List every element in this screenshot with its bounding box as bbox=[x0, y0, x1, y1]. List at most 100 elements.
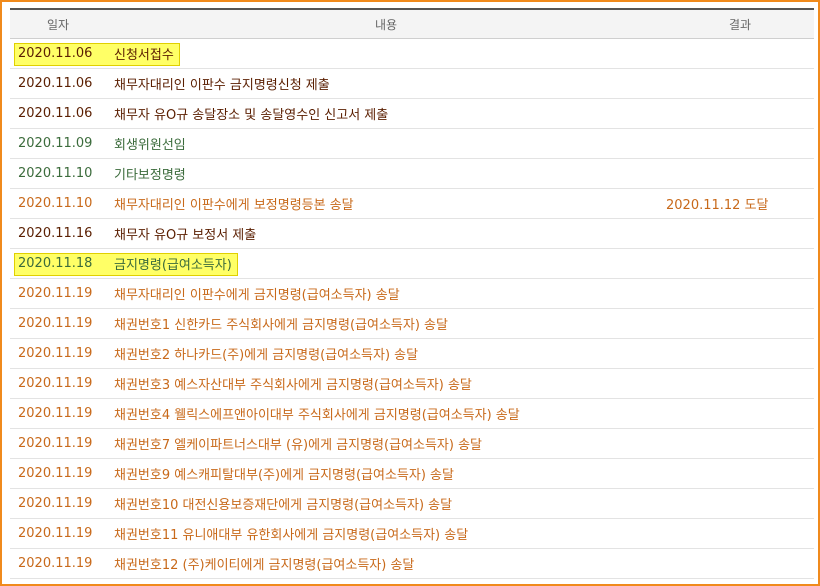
row-content: 금지명령(급여소득자) bbox=[114, 258, 232, 273]
row-content-cell: 채권번호4 웰릭스에프앤아이대부 주식회사에게 금지명령(급여소득자) 송달 bbox=[106, 398, 666, 429]
row-result-cell bbox=[666, 98, 814, 129]
row-content: 채권번호7 엘케이파트너스대부 (유)에게 금지명령(급여소득자) 송달 bbox=[114, 438, 483, 453]
row-date-cell: 2020.11.10 bbox=[10, 158, 106, 189]
row-result-cell bbox=[666, 428, 814, 459]
row-date: 2020.11.19 bbox=[18, 316, 93, 331]
row-content: 채권번호4 웰릭스에프앤아이대부 주식회사에게 금지명령(급여소득자) 송달 bbox=[114, 408, 520, 423]
row-content-cell: 채무자대리인 이판수에게 금지명령(급여소득자) 송달 bbox=[106, 278, 666, 309]
row-content: 회생위원선임 bbox=[114, 138, 186, 153]
row-date: 2020.11.19 bbox=[18, 406, 93, 421]
row-content: 채무자대리인 이판수 금지명령신청 제출 bbox=[114, 78, 330, 93]
row-date-cell: 2020.11.19 bbox=[10, 368, 106, 399]
row-date-cell: 2020.11.16 bbox=[10, 218, 106, 249]
row-content-cell: 채권번호2 하나카드(주)에게 금지명령(급여소득자) 송달 bbox=[106, 338, 666, 369]
row-content: 신청서접수 bbox=[114, 48, 174, 63]
row-content-cell: 채권번호10 대전신용보증재단에게 금지명령(급여소득자) 송달 bbox=[106, 488, 666, 519]
row-content-cell: 채무자 유O규 송달장소 및 송달영수인 신고서 제출 bbox=[106, 98, 666, 129]
row-result-cell bbox=[666, 338, 814, 369]
table-row: 2020.11.10 기타보정명령 bbox=[10, 158, 814, 189]
table-row: 2020.11.06 채무자대리인 이판수 금지명령신청 제출 bbox=[10, 68, 814, 99]
row-result-cell bbox=[666, 308, 814, 339]
row-result-cell bbox=[666, 128, 814, 159]
row-date: 2020.11.10 bbox=[18, 166, 93, 181]
row-content-cell: 채권번호3 예스자산대부 주식회사에게 금지명령(급여소득자) 송달 bbox=[106, 368, 666, 399]
row-content: 채권번호9 예스캐피탈대부(주)에게 금지명령(급여소득자) 송달 bbox=[114, 468, 454, 483]
row-content-cell: 채권번호12 (주)케이티에게 금지명령(급여소득자) 송달 bbox=[106, 548, 666, 579]
row-date-cell: 2020.11.19 bbox=[10, 458, 106, 489]
row-content-cell: 채무자대리인 이판수 금지명령신청 제출 bbox=[106, 68, 666, 99]
row-date-cell: 2020.11.19 bbox=[10, 548, 106, 579]
table-row: 2020.11.16 채무자 유O규 보정서 제출 bbox=[10, 218, 814, 249]
row-result-cell bbox=[666, 368, 814, 399]
row-content-cell: 회생위원선임 bbox=[106, 128, 666, 159]
row-date: 2020.11.19 bbox=[18, 496, 93, 511]
table-row: 2020.11.10 채무자대리인 이판수에게 보정명령등본 송달 2020.11.… bbox=[10, 188, 814, 219]
row-content-cell: 채권번호9 예스캐피탈대부(주)에게 금지명령(급여소득자) 송달 bbox=[106, 458, 666, 489]
table-body: 2020.11.06 신청서접수 2020.11.06 채무자대리인 이판수 금지명령… bbox=[10, 38, 814, 579]
row-date: 2020.11.19 bbox=[18, 466, 93, 481]
row-result-cell bbox=[666, 158, 814, 189]
row-result-cell bbox=[666, 518, 814, 549]
row-date: 2020.11.18 bbox=[18, 256, 93, 271]
row-content: 채권번호1 신한카드 주식회사에게 금지명령(급여소득자) 송달 bbox=[114, 318, 448, 333]
row-date: 2020.11.09 bbox=[18, 136, 93, 151]
header-result: 결과 bbox=[666, 9, 814, 39]
table-header-row: 일자 내용 결과 bbox=[10, 9, 814, 39]
row-result-cell bbox=[666, 68, 814, 99]
case-progress-panel: 일자 내용 결과 2020.11.06 신청서접수 2020.11.06 채무자대리인… bbox=[0, 0, 820, 586]
row-date-cell: 2020.11.19 bbox=[10, 428, 106, 459]
row-date: 2020.11.06 bbox=[18, 76, 93, 91]
table-row: 2020.11.19 채무자대리인 이판수에게 금지명령(급여소득자) 송달 bbox=[10, 278, 814, 309]
row-content-cell: 채권번호11 유니애대부 유한회사에게 금지명령(급여소득자) 송달 bbox=[106, 518, 666, 549]
table-row: 2020.11.19 채권번호11 유니애대부 유한회사에게 금지명령(급여소득자… bbox=[10, 518, 814, 549]
table-row: 2020.11.19 채권번호3 예스자산대부 주식회사에게 금지명령(급여소득자… bbox=[10, 368, 814, 399]
row-result-cell bbox=[666, 248, 814, 279]
row-content-cell: 채권번호1 신한카드 주식회사에게 금지명령(급여소득자) 송달 bbox=[106, 308, 666, 339]
row-date: 2020.11.19 bbox=[18, 346, 93, 361]
row-date-cell: 2020.11.19 bbox=[10, 518, 106, 549]
row-date: 2020.11.19 bbox=[18, 286, 93, 301]
row-content-cell: 기타보정명령 bbox=[106, 158, 666, 189]
row-date-cell: 2020.11.06 bbox=[10, 68, 106, 99]
row-date-cell: 2020.11.09 bbox=[10, 128, 106, 159]
row-content: 채무자 유O규 보정서 제출 bbox=[114, 228, 257, 243]
row-result-cell bbox=[666, 218, 814, 249]
row-date: 2020.11.19 bbox=[18, 376, 93, 391]
row-result-cell bbox=[666, 278, 814, 309]
row-result-cell bbox=[666, 548, 814, 579]
row-content-cell: 채무자 유O규 보정서 제출 bbox=[106, 218, 666, 249]
row-date-cell: 2020.11.06 bbox=[10, 98, 106, 129]
table-row: 2020.11.19 채권번호12 (주)케이티에게 금지명령(급여소득자) 송달 bbox=[10, 548, 814, 579]
table-row: 2020.11.06 채무자 유O규 송달장소 및 송달영수인 신고서 제출 bbox=[10, 98, 814, 129]
row-content: 채권번호11 유니애대부 유한회사에게 금지명령(급여소득자) 송달 bbox=[114, 528, 469, 543]
row-date-cell: 2020.11.19 bbox=[10, 398, 106, 429]
row-date: 2020.11.19 bbox=[18, 436, 93, 451]
table-row: 2020.11.19 채권번호10 대전신용보증재단에게 금지명령(급여소득자) … bbox=[10, 488, 814, 519]
row-date: 2020.11.19 bbox=[18, 556, 93, 571]
row-result-cell: 2020.11.12 도달 bbox=[666, 188, 814, 219]
row-content: 채권번호2 하나카드(주)에게 금지명령(급여소득자) 송달 bbox=[114, 348, 419, 363]
row-date: 2020.11.10 bbox=[18, 196, 93, 211]
table-row: 2020.11.09 회생위원선임 bbox=[10, 128, 814, 159]
row-result-cell bbox=[666, 458, 814, 489]
row-result-cell bbox=[666, 398, 814, 429]
table-row: 2020.11.19 채권번호9 예스캐피탈대부(주)에게 금지명령(급여소득자)… bbox=[10, 458, 814, 489]
row-result: 2020.11.12 도달 bbox=[666, 198, 769, 213]
header-content: 내용 bbox=[106, 9, 666, 39]
row-content: 채권번호3 예스자산대부 주식회사에게 금지명령(급여소득자) 송달 bbox=[114, 378, 472, 393]
progress-table: 일자 내용 결과 2020.11.06 신청서접수 2020.11.06 채무자대리인… bbox=[10, 8, 814, 579]
row-date-cell: 2020.11.19 bbox=[10, 308, 106, 339]
table-row: 2020.11.19 채권번호1 신한카드 주식회사에게 금지명령(급여소득자) … bbox=[10, 308, 814, 339]
row-content-cell: 채권번호7 엘케이파트너스대부 (유)에게 금지명령(급여소득자) 송달 bbox=[106, 428, 666, 459]
row-date: 2020.11.16 bbox=[18, 226, 93, 241]
row-date-cell: 2020.11.19 bbox=[10, 278, 106, 309]
row-date: 2020.11.06 bbox=[18, 106, 93, 121]
row-content: 채무자 유O규 송달장소 및 송달영수인 신고서 제출 bbox=[114, 108, 389, 123]
row-content: 기타보정명령 bbox=[114, 168, 186, 183]
row-date-cell: 2020.11.19 bbox=[10, 338, 106, 369]
row-content-cell: 채무자대리인 이판수에게 보정명령등본 송달 bbox=[106, 188, 666, 219]
table-row: 2020.11.19 채권번호2 하나카드(주)에게 금지명령(급여소득자) 송달 bbox=[10, 338, 814, 369]
row-date: 2020.11.06 bbox=[18, 46, 93, 61]
row-date-cell: 2020.11.19 bbox=[10, 488, 106, 519]
row-content-cell: 신청서접수 bbox=[106, 38, 666, 69]
